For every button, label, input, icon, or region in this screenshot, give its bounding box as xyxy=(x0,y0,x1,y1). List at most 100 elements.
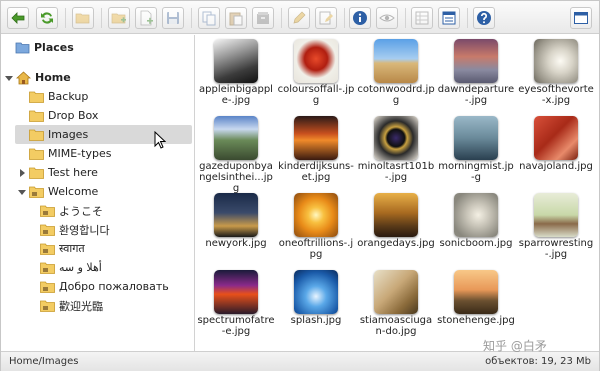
rename-button[interactable] xyxy=(288,7,310,29)
tree-item-welcome-ja[interactable]: ようこそ xyxy=(40,201,103,220)
image-thumbnail xyxy=(214,39,258,83)
file-name: spectrumofatre-e.jpg xyxy=(197,315,275,337)
grid-view-icon xyxy=(415,11,429,25)
tree-item-home[interactable]: Home xyxy=(5,68,71,87)
folder-icon xyxy=(29,110,44,122)
tree-item-test-here[interactable]: Test here xyxy=(18,163,98,182)
tree-item-mime-types[interactable]: MIME-types xyxy=(29,144,111,163)
image-thumbnail xyxy=(534,116,578,160)
save-button[interactable] xyxy=(162,7,184,29)
reload-button[interactable] xyxy=(36,7,58,29)
folder-icon xyxy=(29,91,44,103)
file-name: sonicboom.jpg xyxy=(439,238,513,249)
tree-item-welcome-ar[interactable]: أهلا و سه xyxy=(40,258,102,277)
image-thumbnail xyxy=(374,193,418,237)
edit-icon xyxy=(319,11,333,25)
file-name: stonehenge.jpg xyxy=(437,315,515,326)
list-view-icon xyxy=(442,11,456,25)
preview-button[interactable] xyxy=(376,7,398,29)
status-bar: Home/Images объектов: 19, 23 Mb xyxy=(1,351,599,371)
info-button[interactable] xyxy=(349,7,371,29)
tree-label: Добро пожаловать xyxy=(59,280,169,293)
paste-button[interactable] xyxy=(225,7,247,29)
places-icon xyxy=(15,42,30,54)
chevron-right-icon[interactable] xyxy=(18,168,26,177)
list-view-button[interactable] xyxy=(438,7,460,29)
file-name: coloursoffall-.jpg xyxy=(277,84,355,106)
back-button[interactable] xyxy=(7,7,29,29)
watermark: 知乎 @白矛 xyxy=(483,339,547,353)
toolbar xyxy=(1,1,599,34)
fullscreen-button[interactable] xyxy=(570,7,592,29)
file-tile[interactable]: kinderdijksuns-et.jpg xyxy=(277,112,355,188)
open-button[interactable] xyxy=(72,7,94,29)
folder-open-icon xyxy=(75,13,90,24)
locked-folder-icon xyxy=(40,243,55,255)
help-icon xyxy=(477,11,491,25)
file-tile[interactable]: gazeduponbyangelsinthei...jpg xyxy=(197,112,275,194)
pencil-icon xyxy=(293,11,306,24)
tree-label: Test here xyxy=(48,166,98,179)
file-add-icon xyxy=(140,10,153,26)
file-name: cotonwoodrd.jpg xyxy=(357,84,435,106)
file-tile[interactable]: navajoland.jpg xyxy=(517,112,595,188)
image-thumbnail xyxy=(214,270,258,314)
archive-icon xyxy=(257,12,269,24)
paste-icon xyxy=(229,12,243,26)
file-tile[interactable]: splash.jpg xyxy=(277,266,355,342)
file-tile[interactable]: sparrowresting-.jpg xyxy=(517,189,595,265)
image-thumbnail xyxy=(454,116,498,160)
file-tile[interactable]: appleinbigapple-.jpg xyxy=(197,35,275,111)
folder-icon xyxy=(29,148,44,160)
help-button[interactable] xyxy=(473,7,495,29)
folder-icon xyxy=(29,129,44,141)
copy-button[interactable] xyxy=(198,7,220,29)
tree-item-places[interactable]: Places xyxy=(15,38,74,57)
file-grid: appleinbigapple-.jpg coloursoffall-.jpg … xyxy=(197,35,599,351)
file-tile[interactable]: newyork.jpg xyxy=(197,189,275,265)
file-name: morningmist.jp-g xyxy=(438,161,514,183)
tree-label: Home xyxy=(35,71,71,84)
file-tile[interactable]: eyesofthevorte-x.jpg xyxy=(517,35,595,111)
file-tile[interactable]: spectrumofatre-e.jpg xyxy=(197,266,275,342)
image-thumbnail xyxy=(374,270,418,314)
folder-add-icon xyxy=(111,13,126,24)
file-tile[interactable]: stiamoasciugan-do.jpg xyxy=(357,266,435,342)
tree-item-welcome-zh[interactable]: 歡迎光臨 xyxy=(40,296,103,315)
tree-item-welcome-hi[interactable]: स्वागत xyxy=(40,239,85,258)
tree-item-welcome-ru[interactable]: Добро пожаловать xyxy=(40,277,169,296)
file-tile[interactable]: cotonwoodrd.jpg xyxy=(357,35,435,111)
tree-label: स्वागत xyxy=(59,242,85,255)
tree-item-welcome-ko[interactable]: 환영합니다 xyxy=(40,220,110,239)
file-name: eyesofthevorte-x.jpg xyxy=(518,84,594,106)
tree-item-backup[interactable]: Backup xyxy=(29,87,88,106)
file-tile[interactable]: dawndeparture-.jpg xyxy=(437,35,515,111)
file-name: orangedays.jpg xyxy=(357,238,435,249)
file-name: sparrowresting-.jpg xyxy=(518,238,594,260)
file-name: minoltasrt101b-.jpg xyxy=(357,161,435,183)
new-folder-button[interactable] xyxy=(108,7,130,29)
folder-icon xyxy=(29,167,44,179)
chevron-down-icon[interactable] xyxy=(18,188,26,196)
tree-item-welcome[interactable]: Welcome xyxy=(18,182,98,201)
file-tile[interactable]: sonicboom.jpg xyxy=(437,189,515,265)
file-tile[interactable]: orangedays.jpg xyxy=(357,189,435,265)
new-file-button[interactable] xyxy=(135,7,157,29)
eye-icon xyxy=(379,14,395,22)
item-count: объектов: 19, 23 Mb xyxy=(485,356,591,367)
file-name: splash.jpg xyxy=(290,315,342,326)
file-tile[interactable]: oneoftrillions-.jpg xyxy=(277,189,355,265)
locked-folder-icon xyxy=(40,281,55,293)
icons-view-button[interactable] xyxy=(411,7,433,29)
tree-item-drop-box[interactable]: Drop Box xyxy=(29,106,98,125)
tree-label: Images xyxy=(48,128,89,141)
image-thumbnail xyxy=(294,39,338,83)
file-name: oneoftrillions-.jpg xyxy=(278,238,354,260)
file-tile[interactable]: minoltasrt101b-.jpg xyxy=(357,112,435,188)
chevron-down-icon[interactable] xyxy=(5,74,13,82)
archive-button[interactable] xyxy=(252,7,274,29)
file-tile[interactable]: morningmist.jp-g xyxy=(437,112,515,188)
file-tile[interactable]: stonehenge.jpg xyxy=(437,266,515,342)
file-tile[interactable]: coloursoffall-.jpg xyxy=(277,35,355,111)
edit-button[interactable] xyxy=(315,7,337,29)
